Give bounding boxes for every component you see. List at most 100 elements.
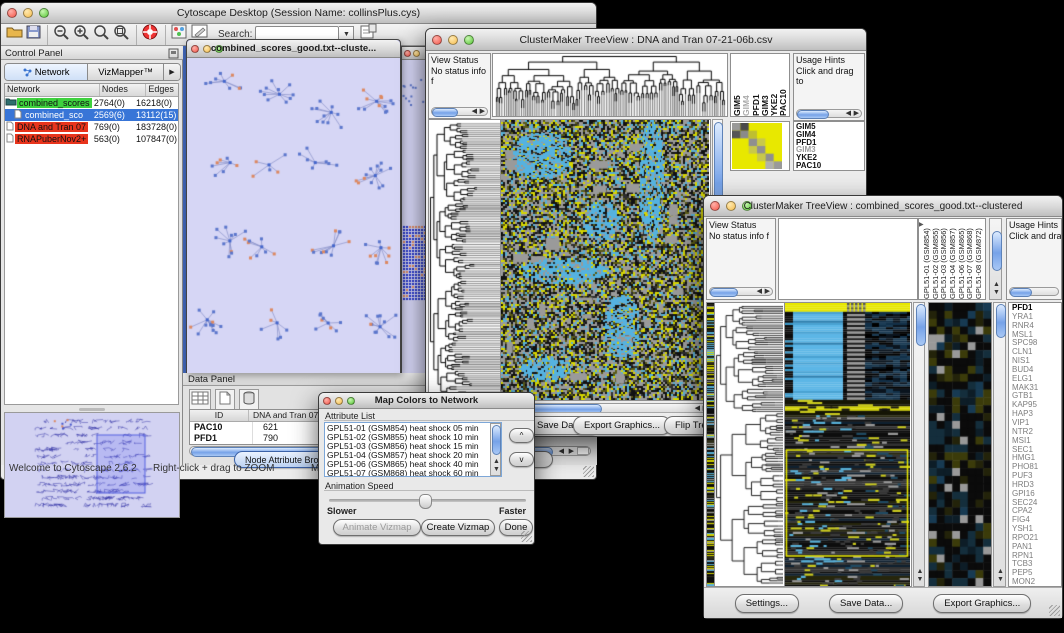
- usage-hints-text: Click and drag to: [796, 66, 854, 87]
- save-data-button[interactable]: Save Data...: [829, 594, 903, 613]
- resize-grip[interactable]: [583, 466, 594, 477]
- move-down-button[interactable]: v: [509, 452, 534, 467]
- network-list-row[interactable]: combined_sco2569(6)13112(15): [5, 109, 178, 121]
- move-up-button[interactable]: ^: [509, 428, 534, 443]
- zoom-fit-icon[interactable]: [92, 23, 112, 46]
- control-panel-tabs: Network VizMapper™ ▶: [4, 63, 181, 81]
- tv1-column-dendrogram[interactable]: [492, 53, 728, 117]
- view-status-scrollbar[interactable]: ◀▶: [709, 287, 773, 296]
- array-column-label[interactable]: PFD1: [752, 54, 761, 116]
- tab-network[interactable]: Network: [5, 64, 88, 80]
- usage-hints-title: Usage Hints: [796, 55, 862, 66]
- tv2-overview-strip[interactable]: [706, 302, 715, 587]
- create-vizmapbutton[interactable]: Create Vizmap: [421, 519, 495, 536]
- usage-hints-text: Click and drag to: [1009, 231, 1062, 241]
- tabs-overflow-button[interactable]: ▶: [164, 64, 180, 80]
- file-icon: [5, 133, 15, 145]
- array-column-label[interactable]: GIM3: [761, 54, 770, 116]
- background-network-canvas[interactable]: [402, 60, 427, 373]
- main-window-title: Cytoscape Desktop (Session Name: collins…: [1, 7, 596, 19]
- desktop: Cytoscape Desktop (Session Name: collins…: [0, 0, 1064, 633]
- col-nodes[interactable]: Nodes: [100, 84, 146, 96]
- array-column-label[interactable]: GIM5: [733, 54, 742, 116]
- tv1-row-dendrogram[interactable]: [428, 119, 501, 401]
- tv2-row-dendrogram[interactable]: [715, 302, 785, 587]
- dialog-titlebar[interactable]: Map Colors to Network: [319, 393, 534, 409]
- settings-button[interactable]: Settings...: [735, 594, 799, 613]
- mini-row-label[interactable]: PAC10: [796, 162, 864, 170]
- array-column-label[interactable]: GPL51-01 (GSM854): [923, 219, 932, 299]
- gene-label[interactable]: MON2: [1012, 578, 1061, 587]
- export-graphics-button[interactable]: Export Graphics...: [933, 594, 1031, 613]
- zoom-out-icon[interactable]: [52, 23, 72, 46]
- array-column-label[interactable]: GIM4: [742, 54, 751, 116]
- network-edges: 16218(0): [136, 98, 178, 108]
- tv1-mini-heatmap-panel[interactable]: [730, 121, 790, 171]
- network-list-row[interactable]: DNA and Tran 07769(0)183728(0): [5, 121, 178, 133]
- array-column-label[interactable]: PAC10: [779, 54, 788, 116]
- map-colors-dialog: Map Colors to Network Attribute List GPL…: [318, 392, 535, 545]
- network-list-row[interactable]: combined_scores2764(0)16218(0): [5, 97, 178, 109]
- tv2-gene-scrollbar[interactable]: ▲▼: [993, 302, 1006, 587]
- col-network[interactable]: Network: [5, 84, 100, 96]
- network-list-panel: Network Nodes Edges combined_scores2764(…: [4, 83, 179, 405]
- treeview2-titlebar[interactable]: ClusterMaker TreeView : combined_scores_…: [704, 196, 1062, 217]
- minimize-icon[interactable]: [413, 50, 420, 57]
- network-view-title: combined_scores_good.txt--cluste...: [187, 43, 400, 54]
- tv2-zoom-panel[interactable]: [928, 302, 992, 587]
- export-graphics-button[interactable]: Export Graphics...: [573, 416, 671, 435]
- zoom-selected-icon[interactable]: [112, 23, 132, 46]
- tv2-vscrollbar[interactable]: ▲▼: [913, 302, 925, 587]
- network-list-row[interactable]: RNAPuberNov2+563(0)107847(0): [5, 133, 178, 145]
- network-nodes: 769(0): [94, 122, 136, 132]
- network-view-titlebar[interactable]: combined_scores_good.txt--cluste...: [187, 40, 400, 58]
- view-status-title: View Status: [431, 55, 488, 66]
- network-view-window: combined_scores_good.txt--cluste...: [186, 39, 401, 373]
- open-file-icon[interactable]: [5, 24, 25, 45]
- array-column-label[interactable]: GPL51-07 (GSM868): [966, 219, 975, 299]
- network-nodes: 563(0): [94, 134, 136, 144]
- tv2-column-tree-area[interactable]: [778, 218, 918, 300]
- network-name: combined_scores: [17, 98, 92, 108]
- array-column-label[interactable]: GPL51-03 (GSM856): [940, 219, 949, 299]
- panel-splitter[interactable]: [4, 407, 179, 411]
- dialog-title: Map Colors to Network: [319, 395, 534, 406]
- array-column-label[interactable]: GPL51-08 (GSM872): [975, 219, 984, 299]
- view-status-scrollbar[interactable]: ◀▶: [431, 107, 488, 116]
- save-icon[interactable]: [25, 24, 43, 45]
- usage-hints-scrollbar[interactable]: ◀▶: [796, 109, 862, 118]
- usage-hints-scrollbar[interactable]: [1009, 287, 1059, 296]
- tv1-heatmap[interactable]: [501, 119, 711, 401]
- scroll-left-icon[interactable]: ◀: [559, 448, 564, 456]
- zoom-in-icon[interactable]: [72, 23, 92, 46]
- network-edges: 13112(15): [136, 110, 178, 120]
- tv2-collabel-scrollbar[interactable]: ▲▼: [989, 218, 1002, 300]
- tv2-view-status-panel: View StatusNo status info f ◀▶: [706, 218, 776, 300]
- tab-vizmapper[interactable]: VizMapper™: [88, 64, 164, 80]
- treeview2-window: ClusterMaker TreeView : combined_scores_…: [703, 195, 1063, 619]
- scroll-right-icon[interactable]: ▶: [569, 448, 574, 456]
- tv1-view-status-panel: View StatusNo status info f ◀▶: [428, 53, 491, 119]
- tab-vizmapper-label: VizMapper™: [98, 67, 153, 78]
- help-lifering-icon[interactable]: [141, 23, 161, 46]
- treeview1-titlebar[interactable]: ClusterMaker TreeView : DNA and Tran 07-…: [426, 29, 866, 51]
- resize-grip[interactable]: [521, 531, 532, 542]
- attribute-list-scrollbar[interactable]: ▲▼: [490, 423, 501, 476]
- attribute-listbox[interactable]: GPL51-01 (GSM854) heat shock 05 minGPL51…: [324, 422, 502, 477]
- file-icon: [5, 109, 23, 121]
- id-column-header[interactable]: ID: [190, 410, 249, 421]
- tv2-gene-labels: PFD1YRA1RNR4MSL1SPC98CLN1NIS1BUD4ELG1MAK…: [1008, 302, 1062, 587]
- attribute-list-item[interactable]: GPL51-07 (GSM868) heat shock 60 min: [327, 469, 499, 477]
- animate-vizmapbutton[interactable]: Animate Vizmap: [333, 519, 421, 536]
- speed-slider-thumb[interactable]: [419, 494, 432, 509]
- background-network-window[interactable]: [401, 46, 428, 373]
- main-titlebar[interactable]: Cytoscape Desktop (Session Name: collins…: [1, 3, 596, 24]
- network-canvas[interactable]: [187, 58, 400, 373]
- resize-grip[interactable]: [1049, 605, 1060, 616]
- tv2-heatmap[interactable]: [785, 302, 912, 587]
- col-edges[interactable]: Edges: [146, 84, 178, 96]
- close-icon[interactable]: [404, 50, 411, 57]
- array-column-label[interactable]: GPL51-04 (GSM857): [949, 219, 958, 299]
- view-status-text: No status info f: [709, 231, 769, 241]
- network-name: combined_sco: [23, 110, 85, 120]
